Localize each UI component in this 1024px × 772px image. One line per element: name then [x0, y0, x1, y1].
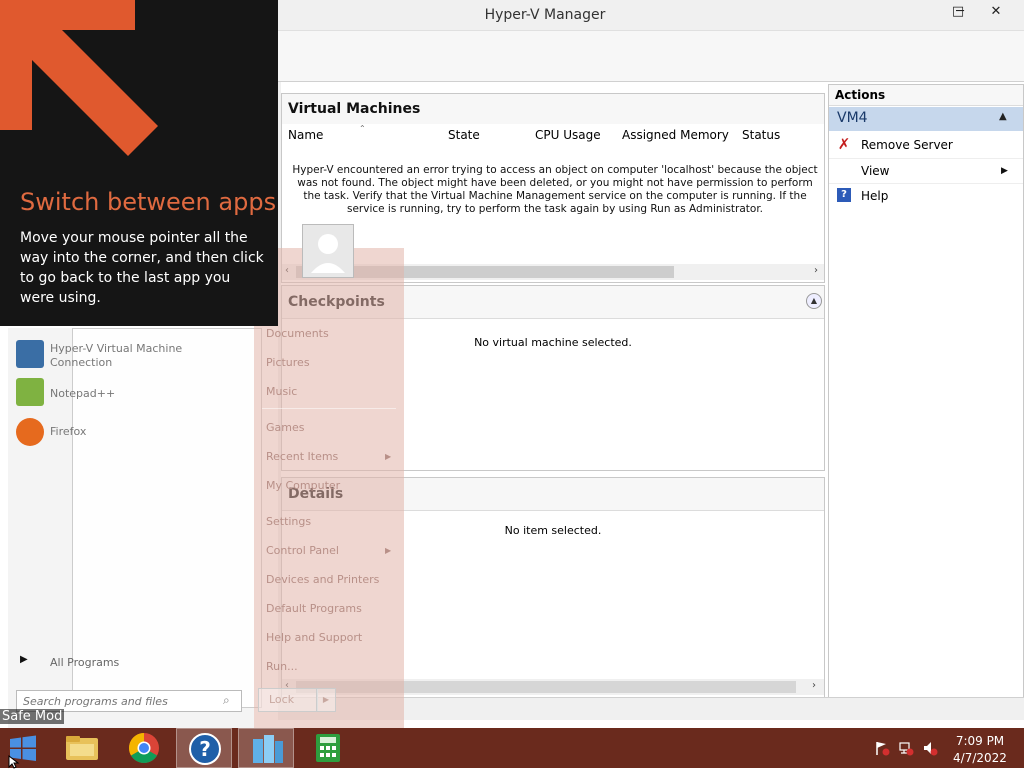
hyperv-vm-icon [16, 340, 44, 368]
start-link-recent-items[interactable]: Recent Items [266, 450, 338, 463]
lock-options-arrow-icon[interactable]: ▶ [316, 688, 336, 712]
start-icon [10, 735, 36, 761]
calculator-icon [316, 734, 340, 762]
help-icon: ? [189, 733, 221, 765]
file-explorer-icon [66, 736, 98, 760]
collapse-up-icon[interactable]: ▲ [999, 111, 1007, 122]
user-avatar-icon [311, 234, 345, 273]
window-title: Hyper-V Manager [484, 7, 606, 23]
tip-body: Move your mouse pointer all the way into… [20, 230, 264, 306]
start-menu-list [72, 328, 262, 708]
taskbar-calculator[interactable] [300, 728, 356, 768]
start-link-default-programs[interactable]: Default Programs [266, 602, 362, 615]
program-firefox[interactable]: Firefox [50, 425, 86, 439]
virtual-machines-heading: Virtual Machines [282, 94, 824, 125]
tip-title: Switch between apps [20, 188, 277, 216]
all-programs-arrow-icon: ▶ [20, 654, 28, 665]
submenu-arrow-icon: ▶ [385, 452, 392, 461]
start-link-help-support[interactable]: Help and Support [266, 631, 362, 644]
action-remove-server[interactable]: ✗ Remove Server [829, 133, 1023, 157]
svg-text:?: ? [199, 737, 211, 761]
firefox-icon [16, 418, 44, 446]
sort-arrow-icon: ⌃ [359, 124, 366, 133]
action-help[interactable]: ? Help [829, 183, 1023, 208]
actions-heading: Actions [829, 85, 1023, 106]
taskbar-help[interactable]: ? [176, 728, 232, 768]
action-label: Remove Server [861, 138, 953, 152]
remove-server-icon: ✗ [837, 135, 851, 153]
server-manager-icon [253, 735, 283, 763]
column-header-cpu[interactable]: CPU Usage [529, 124, 617, 146]
network-icon[interactable] [898, 740, 914, 756]
column-header-status[interactable]: Status [736, 124, 824, 146]
action-center-flag-icon[interactable] [874, 740, 890, 756]
taskbar-chrome[interactable] [116, 728, 172, 768]
mouse-pointer-icon [8, 754, 20, 772]
start-search-input[interactable] [23, 693, 211, 709]
submenu-arrow-icon: ▶ [385, 546, 392, 555]
toolbar[interactable] [278, 55, 1024, 82]
start-link-documents[interactable]: Documents [266, 327, 329, 340]
start-button[interactable] [0, 728, 46, 768]
actions-pane: Actions VM4 ▲ ✗ Remove Server View ▶ ? H… [828, 84, 1024, 698]
start-menu-programs-pane [8, 328, 262, 728]
start-link-control-panel[interactable]: Control Panel [266, 544, 339, 557]
help-icon: ? [837, 188, 851, 202]
actions-group-header[interactable]: VM4 ▲ [829, 107, 1023, 131]
all-programs-link[interactable]: All Programs [50, 656, 119, 669]
scroll-right-icon[interactable]: › [814, 265, 818, 276]
safe-mode-label: Safe Mod [0, 709, 65, 724]
column-header-memory[interactable]: Assigned Memory [616, 124, 737, 146]
start-link-music[interactable]: Music [266, 385, 297, 398]
submenu-arrow-icon: ▶ [1001, 166, 1008, 176]
start-link-games[interactable]: Games [266, 421, 304, 434]
action-view[interactable]: View ▶ [829, 158, 1023, 183]
start-link-settings[interactable]: Settings [266, 515, 311, 528]
notepadpp-icon [16, 378, 44, 406]
search-icon[interactable]: ⌕ [223, 693, 230, 708]
start-link-devices-printers[interactable]: Devices and Printers [266, 573, 379, 586]
lock-button[interactable]: Lock [258, 688, 318, 712]
lock-label: Lock [269, 693, 295, 706]
close-button[interactable]: ✕ [980, 0, 1012, 24]
column-header-state[interactable]: State [442, 124, 530, 146]
taskbar-server-manager[interactable] [238, 728, 294, 768]
taskbar-file-explorer[interactable] [54, 728, 110, 768]
menu-bar[interactable] [278, 30, 1024, 56]
action-label: Help [861, 189, 889, 203]
corner-arrow-icon [0, 0, 158, 156]
switch-apps-tip: Switch between apps Move your mouse poin… [0, 0, 278, 326]
start-link-pictures[interactable]: Pictures [266, 356, 310, 369]
taskbar: ? 7:09 PM 4/7/2022 [0, 728, 1024, 769]
volume-muted-icon[interactable] [922, 740, 938, 756]
start-link-my-computer[interactable]: My Computer [266, 479, 340, 492]
error-message: Hyper-V encountered an error trying to a… [292, 164, 818, 215]
maximize-button[interactable]: □ [942, 0, 974, 24]
program-hyperv-vm-connection[interactable]: Hyper-V Virtual Machine Connection [50, 342, 190, 370]
scroll-right-icon[interactable]: › [812, 680, 816, 691]
chrome-icon [128, 733, 159, 764]
start-link-run[interactable]: Run... [266, 660, 298, 673]
clock-date[interactable]: 4/7/2022 [940, 751, 1020, 765]
program-notepadpp[interactable]: Notepad++ [50, 387, 115, 401]
user-avatar[interactable] [302, 224, 354, 278]
start-menu-divider [262, 408, 396, 409]
action-label: View [861, 164, 890, 178]
collapse-icon[interactable]: ▲ [806, 293, 822, 309]
clock-time[interactable]: 7:09 PM [940, 734, 1020, 748]
actions-group-label: VM4 [837, 110, 868, 126]
title-bar[interactable]: Hyper-V Manager ─ □ ✕ [278, 0, 1024, 30]
